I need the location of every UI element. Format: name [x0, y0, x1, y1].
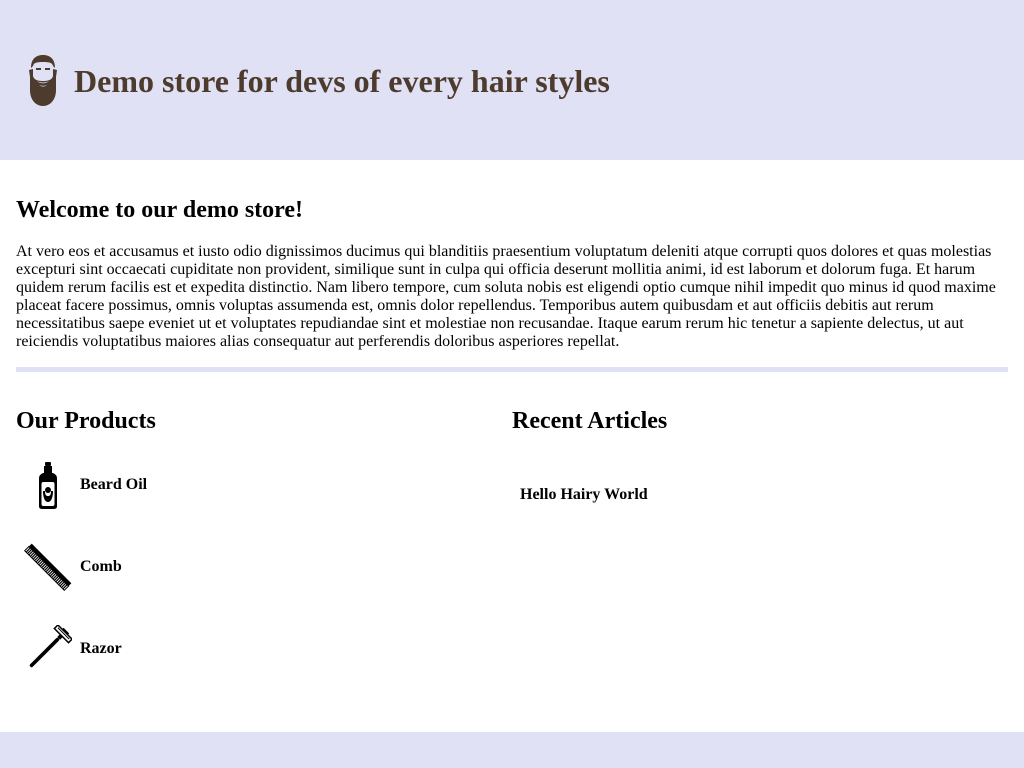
welcome-paragraph: At vero eos et accusamus et iusto odio d…: [16, 243, 996, 350]
site-header: Demo store for devs of every hair styles: [0, 0, 1024, 160]
product-name: Beard Oil: [80, 476, 148, 493]
site-footer: [0, 732, 1024, 768]
product-name: Comb: [80, 558, 122, 575]
articles-heading: Recent Articles: [512, 408, 668, 434]
product-name: Razor: [80, 640, 122, 657]
beard-oil-bottle-icon: [24, 461, 72, 509]
products-heading: Our Products: [16, 408, 156, 434]
site-title: Demo store for devs of every hair styles: [74, 63, 610, 99]
welcome-heading: Welcome to our demo store!: [16, 197, 304, 223]
razor-icon: [24, 623, 74, 673]
article-link-hello-hairy-world[interactable]: Hello Hairy World: [520, 486, 648, 504]
product-item-razor[interactable]: Razor: [16, 619, 316, 679]
product-item-beard-oil[interactable]: Beard Oil: [16, 455, 316, 515]
section-divider: [16, 367, 1008, 372]
bearded-man-icon[interactable]: [25, 54, 61, 108]
comb-icon: [23, 543, 72, 592]
product-item-comb[interactable]: Comb: [16, 537, 316, 597]
